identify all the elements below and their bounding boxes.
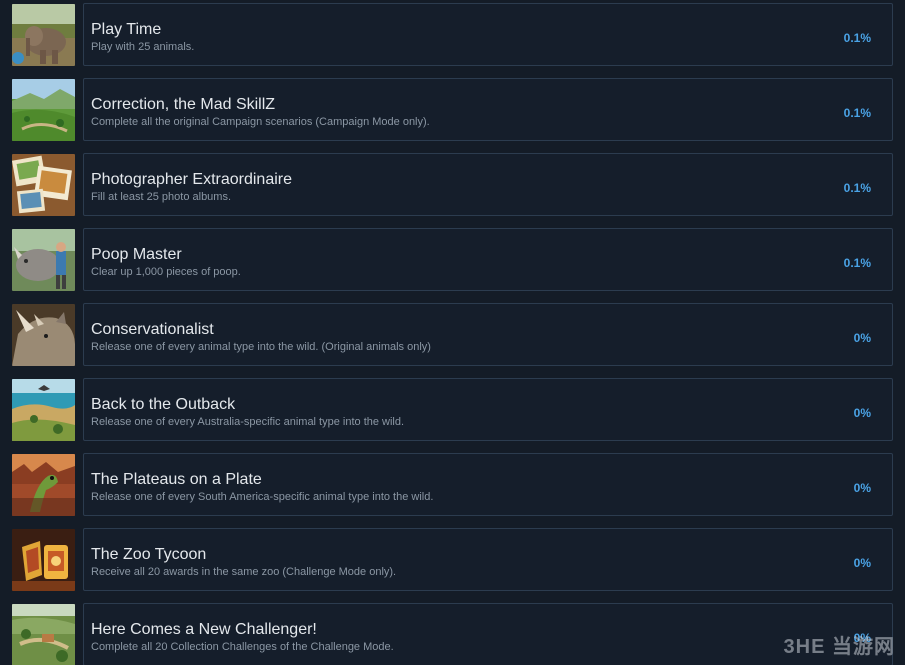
achievement-list: Play Time Play with 25 animals. 0.1% Cor…: [0, 0, 905, 665]
achievement-description: Complete all 20 Collection Challenges of…: [91, 641, 394, 653]
outback-coast-image: [12, 379, 75, 441]
unlock-percentage: 0.1%: [843, 106, 871, 120]
green-landscape-image: [12, 79, 75, 141]
achievement-description: Receive all 20 awards in the same zoo (C…: [91, 566, 397, 578]
plateau-lizard-image: [12, 454, 75, 516]
achievement-description: Release one of every South America-speci…: [91, 491, 434, 503]
achievement-description: Fill at least 25 photo albums.: [91, 191, 232, 203]
unlock-percentage: 0%: [853, 331, 871, 345]
achievement-panel: Photographer Extraordinaire Fill at leas…: [83, 153, 893, 216]
achievement-description: Clear up 1,000 pieces of poop.: [91, 266, 241, 278]
unlock-percentage: 0.1%: [843, 181, 871, 195]
unlock-percentage: 0.1%: [843, 256, 871, 270]
achievement-description: Release one of every animal type into th…: [91, 341, 431, 353]
achievement-panel: Here Comes a New Challenger! Complete al…: [83, 603, 893, 665]
achievement-title: Conservationalist: [91, 321, 214, 338]
achievement-title: Back to the Outback: [91, 396, 236, 413]
achievement-row[interactable]: The Zoo Tycoon Receive all 20 awards in …: [0, 528, 905, 592]
site-watermark: 3HE 当游网: [783, 636, 895, 658]
achievement-title: Here Comes a New Challenger!: [91, 621, 317, 638]
achievement-description: Release one of every Australia-specific …: [91, 416, 405, 428]
unlock-percentage: 0%: [853, 406, 871, 420]
achievement-description: Play with 25 animals.: [91, 41, 195, 53]
achievement-title: Photographer Extraordinaire: [91, 171, 293, 188]
achievement-panel: Conservationalist Release one of every a…: [83, 303, 893, 366]
achievement-description: Complete all the original Campaign scena…: [91, 116, 430, 128]
rhino-keeper-image: [12, 229, 75, 291]
achievement-row[interactable]: Play Time Play with 25 animals. 0.1%: [0, 3, 905, 67]
achievement-panel: Correction, the Mad SkillZ Complete all …: [83, 78, 893, 141]
achievement-panel: Play Time Play with 25 animals. 0.1%: [83, 3, 893, 66]
achievement-panel: Back to the Outback Release one of every…: [83, 378, 893, 441]
achievement-title: Poop Master: [91, 246, 182, 263]
achievement-row[interactable]: Here Comes a New Challenger! Complete al…: [0, 603, 905, 665]
achievement-row[interactable]: Back to the Outback Release one of every…: [0, 378, 905, 442]
gold-trophy-image: [12, 529, 75, 591]
achievement-title: Correction, the Mad SkillZ: [91, 96, 276, 113]
achievement-title: The Zoo Tycoon: [91, 546, 207, 563]
achievement-title: Play Time: [91, 21, 162, 38]
zoo-aerial-image: [12, 604, 75, 665]
achievement-row[interactable]: Photographer Extraordinaire Fill at leas…: [0, 153, 905, 217]
photo-album-image: [12, 154, 75, 216]
rhino-head-image: [12, 304, 75, 366]
achievement-row[interactable]: Poop Master Clear up 1,000 pieces of poo…: [0, 228, 905, 292]
achievement-row[interactable]: The Plateaus on a Plate Release one of e…: [0, 453, 905, 517]
elephant-image: [12, 4, 75, 66]
achievement-panel: The Zoo Tycoon Receive all 20 awards in …: [83, 528, 893, 591]
achievement-panel: Poop Master Clear up 1,000 pieces of poo…: [83, 228, 893, 291]
unlock-percentage: 0%: [853, 481, 871, 495]
achievement-panel: The Plateaus on a Plate Release one of e…: [83, 453, 893, 516]
unlock-percentage: 0%: [853, 556, 871, 570]
achievement-row[interactable]: Conservationalist Release one of every a…: [0, 303, 905, 367]
achievement-title: The Plateaus on a Plate: [91, 471, 262, 488]
unlock-percentage: 0.1%: [843, 31, 871, 45]
achievement-row[interactable]: Correction, the Mad SkillZ Complete all …: [0, 78, 905, 142]
